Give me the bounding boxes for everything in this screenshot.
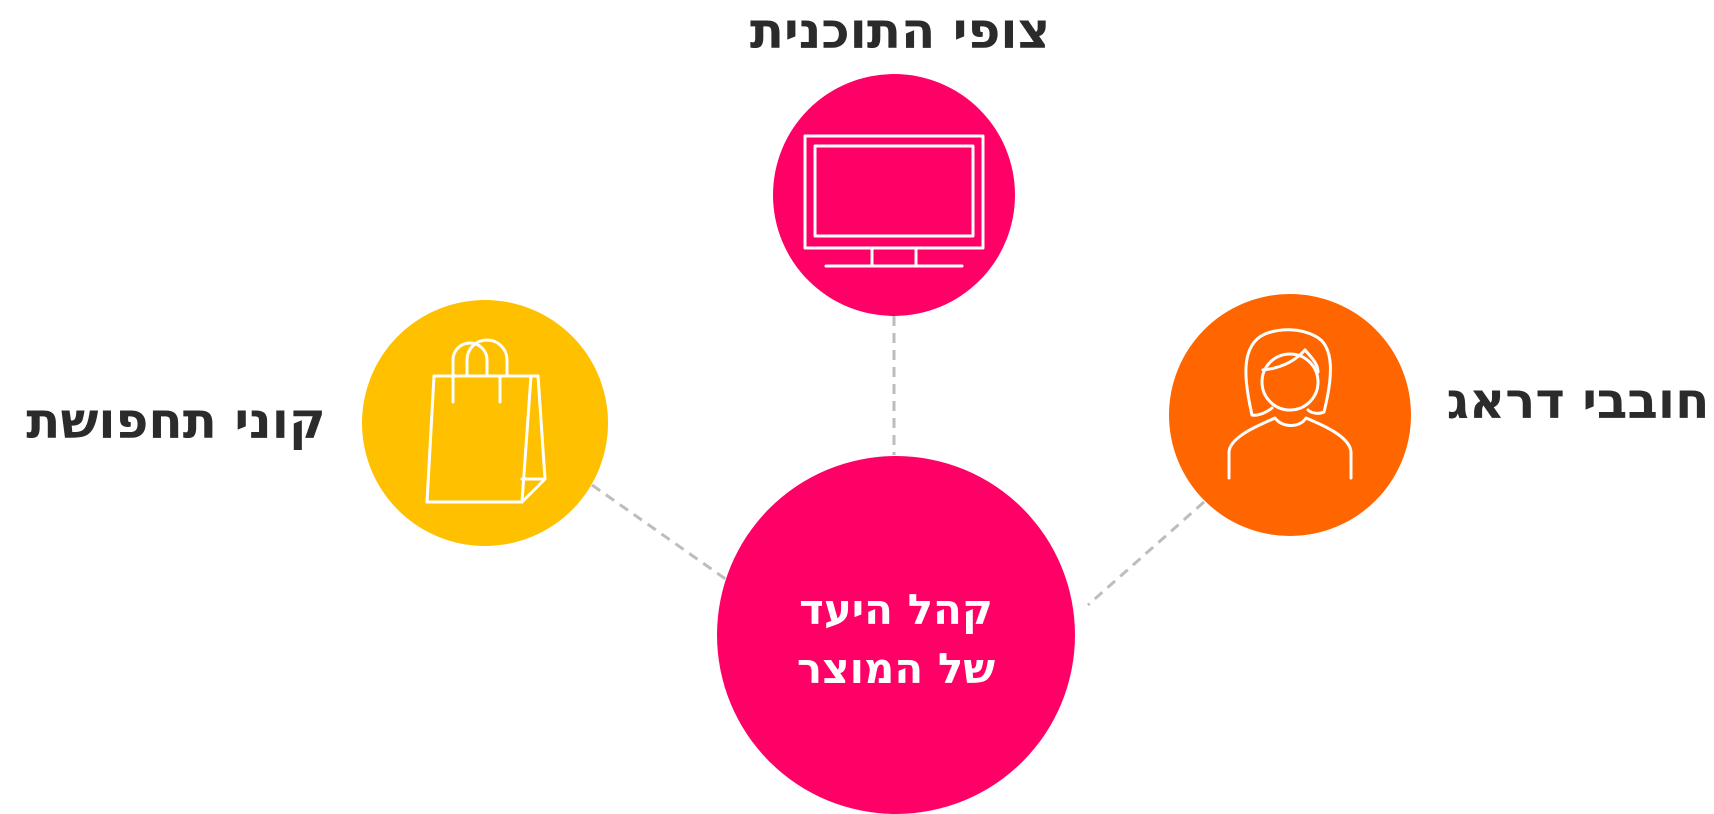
- label-shopping: קוני תחפושת: [26, 392, 325, 450]
- center-label-line1: קהל היעד: [799, 585, 993, 634]
- target-audience-diagram: קהל היעד של המוצר צופי התוכנית קוני תחפו…: [26, 2, 1710, 814]
- tv-circle: [773, 74, 1015, 316]
- node-center: קהל היעד של המוצר: [717, 456, 1075, 814]
- connector-shopping: [591, 483, 728, 582]
- node-tv: [773, 74, 1015, 316]
- label-drag: חובבי דראג: [1447, 372, 1710, 430]
- connector-drag: [1087, 500, 1205, 607]
- center-label-line2: של המוצר: [797, 644, 995, 693]
- node-shopping: [362, 300, 608, 546]
- shopping-circle: [362, 300, 608, 546]
- node-drag: [1169, 294, 1411, 536]
- center-circle: [717, 456, 1075, 814]
- label-tv: צופי התוכנית: [750, 2, 1050, 60]
